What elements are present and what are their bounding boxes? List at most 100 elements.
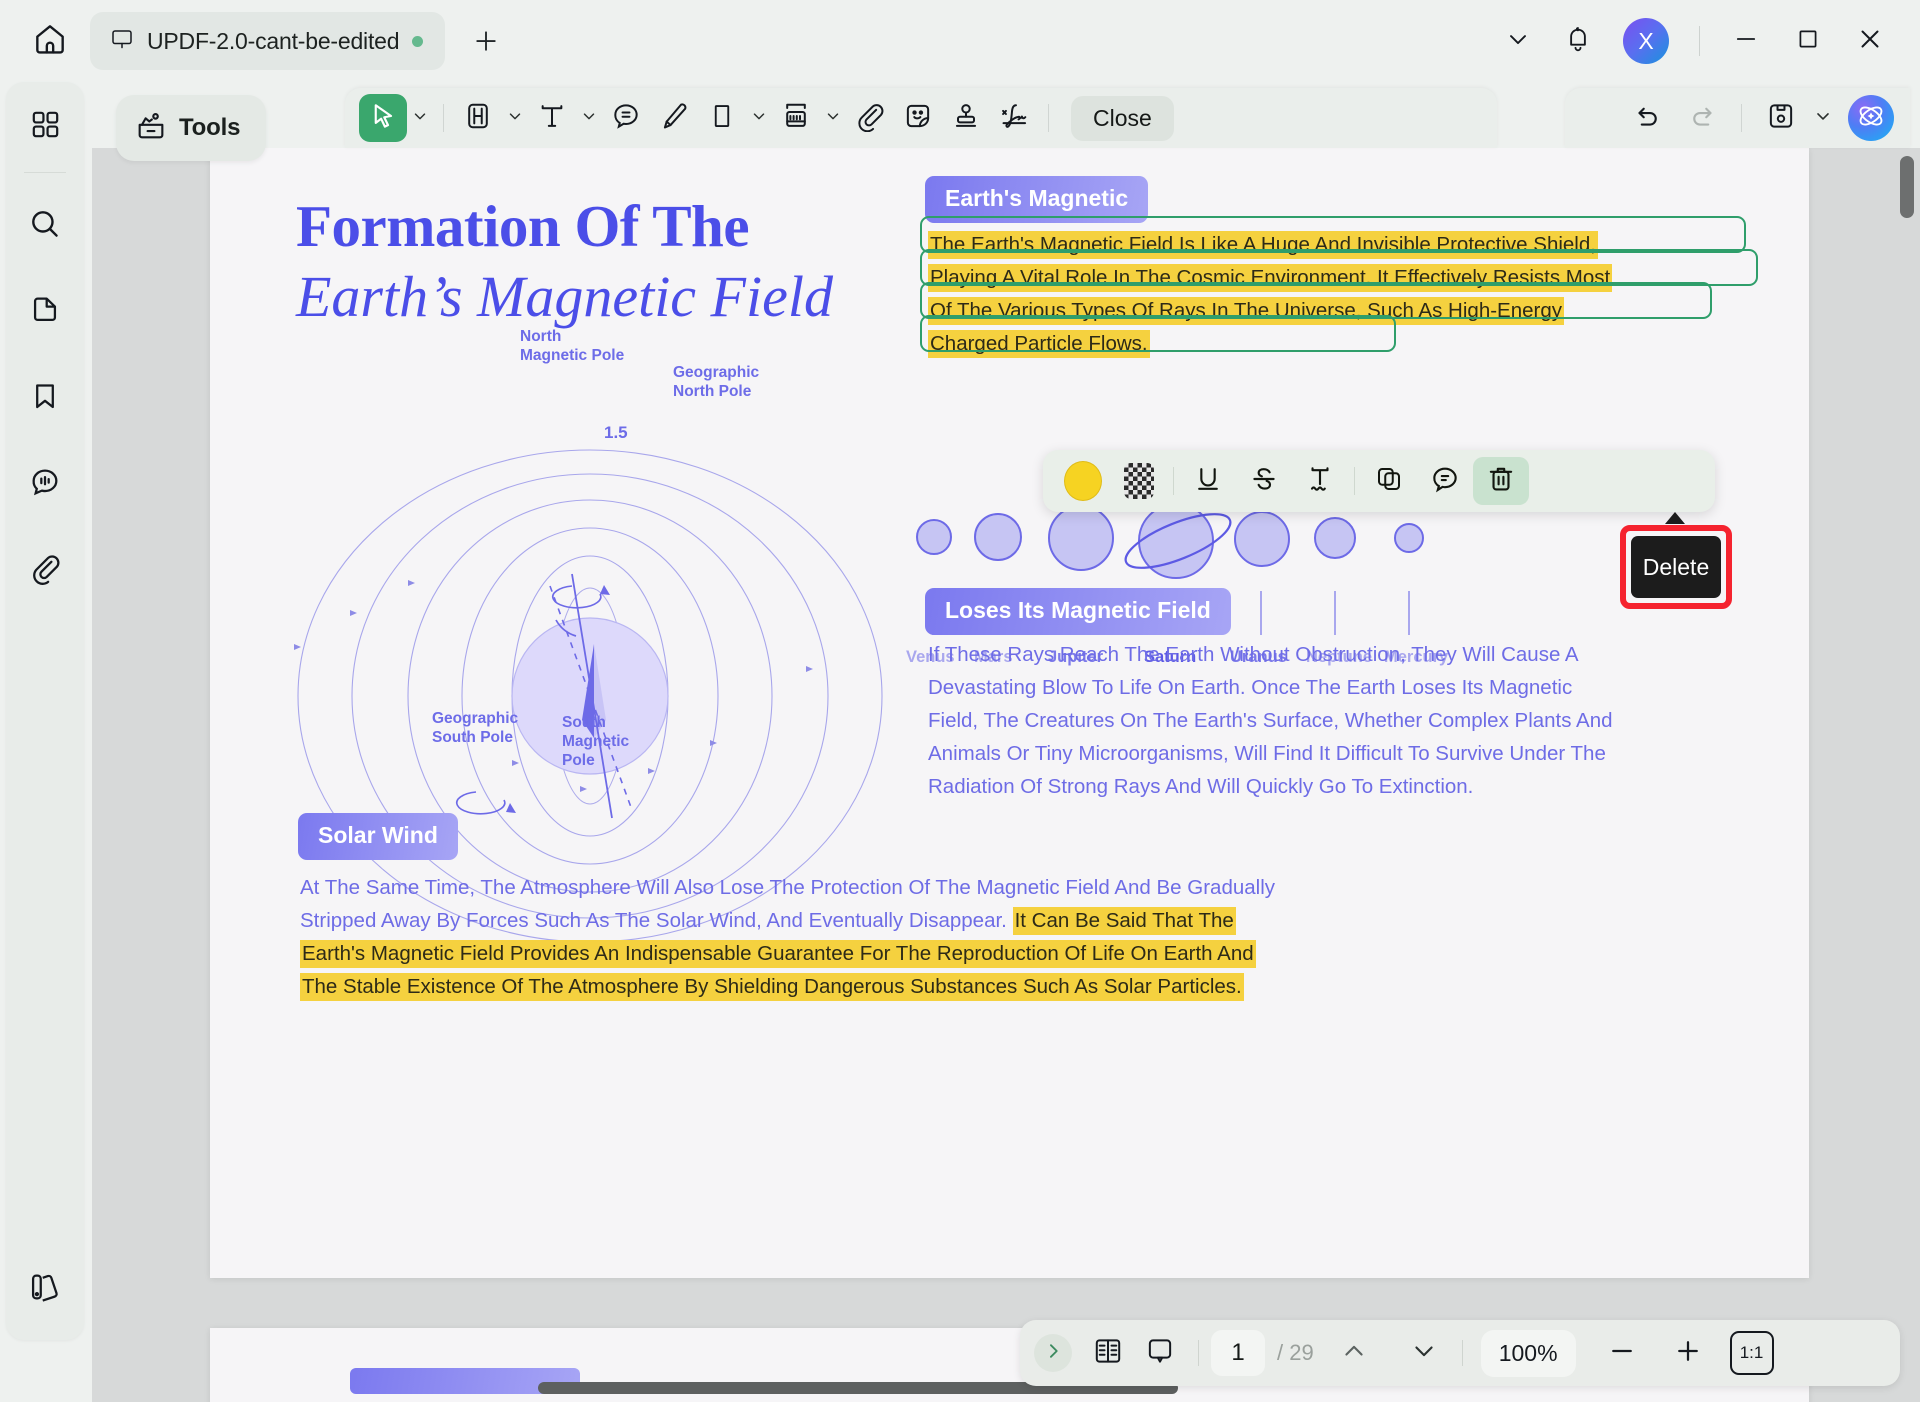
page-total-label: / 29	[1277, 1340, 1314, 1366]
trash-icon	[1485, 463, 1517, 500]
actual-size-label: 1:1	[1740, 1343, 1764, 1363]
south-magnetic-pole-label: SouthMagneticPole	[562, 714, 629, 771]
squiggly-underline-button[interactable]	[1292, 457, 1348, 505]
vertical-scrollbar-thumb[interactable]	[1900, 156, 1914, 218]
delete-button[interactable]	[1473, 457, 1529, 505]
notifications-button[interactable]	[1551, 14, 1605, 68]
sidebar-item-panels[interactable]	[16, 98, 74, 156]
tool-highlight[interactable]	[454, 94, 502, 142]
sidebar-item-search[interactable]	[16, 197, 74, 255]
delete-tooltip: Delete	[1631, 536, 1721, 598]
opacity-button[interactable]	[1111, 457, 1167, 505]
search-icon	[27, 206, 63, 247]
tool-text-caret[interactable]	[576, 95, 602, 141]
new-tab-button[interactable]	[465, 20, 507, 62]
tool-stamp[interactable]	[942, 94, 990, 142]
zoom-out-button[interactable]	[1596, 1328, 1648, 1378]
grid-icon	[29, 108, 62, 146]
bottom-divider-2	[1462, 1340, 1463, 1366]
zoom-in-button[interactable]	[1662, 1328, 1714, 1378]
document-viewport[interactable]: Formation Of The Earth’s Magnetic Field	[92, 148, 1920, 1402]
sidebar-divider	[24, 172, 66, 173]
highlighted-text[interactable]: Earth's Magnetic Field Provides An Indis…	[300, 940, 1256, 968]
sidebar-item-page-thumbnails[interactable]	[16, 283, 74, 341]
section2-line5: Radiation Of Strong Rays And Will Quickl…	[928, 767, 1473, 807]
tool-text-group	[528, 94, 602, 142]
close-annotation-toolbar-button[interactable]: Close	[1071, 96, 1174, 141]
sidebar-item-annotations[interactable]	[16, 455, 74, 513]
tool-measure-caret[interactable]	[820, 95, 846, 141]
tool-select-caret[interactable]	[407, 95, 433, 141]
avatar[interactable]: X	[1623, 18, 1669, 64]
page-scroll-mode-button[interactable]	[1134, 1328, 1186, 1378]
close-icon	[1855, 24, 1885, 59]
next-page-button[interactable]	[1398, 1328, 1450, 1378]
pdf-page-1[interactable]: Formation Of The Earth’s Magnetic Field	[210, 148, 1809, 1278]
tool-highlight-select[interactable]	[359, 94, 407, 142]
sidebar-item-theme[interactable]	[16, 1260, 74, 1318]
expand-panel-button[interactable]	[1034, 1334, 1072, 1372]
bottom-toolbar: 1 / 29 100% 1:1	[1020, 1320, 1900, 1386]
tool-shape[interactable]	[698, 94, 746, 142]
ai-assistant-button[interactable]	[1848, 95, 1894, 141]
planet-jupiter	[1048, 505, 1114, 571]
sidebar-item-attachments[interactable]	[16, 541, 74, 599]
tool-text[interactable]	[528, 94, 576, 142]
planet-tick	[1260, 591, 1262, 635]
text-t-icon	[536, 100, 568, 137]
page-title-line1: Formation Of The	[296, 192, 749, 261]
view-mode-button[interactable]	[1082, 1328, 1134, 1378]
copy-button[interactable]	[1361, 457, 1417, 505]
tools-button[interactable]: Tools	[116, 95, 266, 161]
titlebar-right-group: X	[1491, 14, 1920, 68]
zoom-level-display[interactable]: 100%	[1481, 1330, 1576, 1377]
tool-measure-group	[772, 94, 846, 142]
home-button[interactable]	[22, 13, 78, 69]
tool-signature[interactable]	[990, 94, 1038, 142]
planet-tick	[1408, 591, 1410, 635]
save-button[interactable]	[1756, 93, 1806, 143]
tab-list-button[interactable]	[1491, 14, 1545, 68]
tool-measure[interactable]	[772, 94, 820, 142]
highlight-color-button[interactable]	[1055, 457, 1111, 505]
geographic-south-pole-label: GeographicSouth Pole	[432, 710, 518, 748]
close-window-button[interactable]	[1842, 14, 1898, 68]
underline-button[interactable]	[1180, 457, 1236, 505]
previous-page-button[interactable]	[1328, 1328, 1380, 1378]
updf-window: UPDF-2.0-cant-be-edited	[0, 0, 1920, 1402]
rectangle-icon	[707, 101, 737, 136]
delete-tooltip-highlight: Delete	[1620, 525, 1732, 609]
tool-pencil[interactable]	[650, 94, 698, 142]
add-comment-button[interactable]	[1417, 457, 1473, 505]
maximize-icon	[1795, 26, 1821, 57]
tool-shape-caret[interactable]	[746, 95, 772, 141]
redo-button[interactable]	[1677, 93, 1727, 143]
minimize-button[interactable]	[1718, 14, 1774, 68]
highlighted-text[interactable]: The Stable Existence Of The Atmosphere B…	[300, 973, 1244, 1001]
chevron-down-icon	[1813, 106, 1833, 131]
sidebar-item-bookmarks[interactable]	[16, 369, 74, 427]
minimize-icon	[1732, 25, 1760, 58]
two-page-view-icon	[1092, 1335, 1124, 1372]
section3-line4: The Stable Existence Of The Atmosphere B…	[300, 967, 1244, 1007]
vertical-scrollbar[interactable]	[1900, 152, 1914, 1342]
tool-attachment[interactable]	[846, 94, 894, 142]
document-tab[interactable]: UPDF-2.0-cant-be-edited	[90, 12, 445, 70]
tool-shape-group	[698, 94, 772, 142]
tools-label: Tools	[179, 114, 240, 142]
save-options-caret[interactable]	[1810, 95, 1836, 141]
tool-sticker[interactable]	[894, 94, 942, 142]
strikethrough-button[interactable]	[1236, 457, 1292, 505]
highlighted-text[interactable]: It Can Be Said That The	[1013, 907, 1236, 935]
titlebar-divider	[1699, 26, 1700, 56]
actual-size-button[interactable]: 1:1	[1730, 1331, 1774, 1375]
toolbar-divider-3	[1741, 104, 1742, 132]
annotation-popup-toolbar	[1043, 450, 1715, 512]
tool-highlight-caret[interactable]	[502, 95, 528, 141]
attachment-icon	[28, 551, 62, 590]
tool-sticky-note[interactable]	[602, 94, 650, 142]
page-number-input[interactable]: 1	[1211, 1330, 1265, 1376]
maximize-button[interactable]	[1780, 14, 1836, 68]
undo-button[interactable]	[1623, 93, 1673, 143]
underline-u-icon	[1192, 463, 1224, 500]
